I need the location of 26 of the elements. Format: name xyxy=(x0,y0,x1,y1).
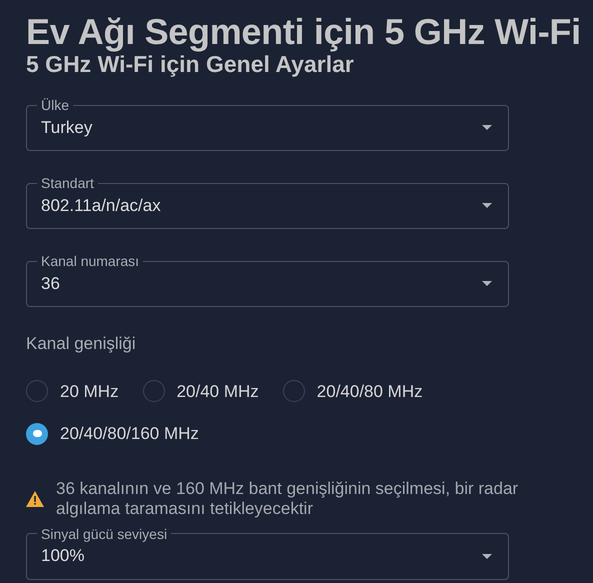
field-label: Ülke xyxy=(40,96,70,114)
radio-button[interactable] xyxy=(282,380,305,402)
warning-text: 36 kanalının ve 160 MHz bant genişliğinin seçilmesi, bir radar algılama taramasını tetikleyecektir xyxy=(56,478,520,518)
caret-icon xyxy=(482,203,492,208)
caret-icon xyxy=(482,125,492,130)
caret-icon xyxy=(482,281,492,286)
field-value: Turkey xyxy=(41,116,92,139)
caret-icon xyxy=(482,554,492,558)
dropdown-field[interactable]: Ülke Turkey xyxy=(26,96,509,151)
group-label: Kanal genişliği xyxy=(26,333,137,355)
radio-option[interactable]: 20/40/80/160 MHz xyxy=(26,421,199,446)
field-label: Kanal numarası xyxy=(40,252,140,270)
radio-option[interactable]: 20 MHz xyxy=(26,378,119,404)
radio-option[interactable]: 20/40 MHz xyxy=(142,378,259,404)
section-title: 5 GHz Wi-Fi için Genel Ayarlar xyxy=(26,52,354,76)
radio-option[interactable]: 20/40/80 MHz xyxy=(282,378,423,404)
warning-icon xyxy=(26,490,44,506)
field-value: 36 xyxy=(41,272,60,295)
field-value: 802.11a/n/ac/ax xyxy=(41,194,161,217)
radio-button[interactable] xyxy=(142,380,165,402)
field-value: 100% xyxy=(41,545,84,568)
radio-button[interactable] xyxy=(26,380,48,402)
page-title: Ev Ağı Segmenti için 5 GHz Wi-Fi xyxy=(26,12,582,52)
field-label: Standart xyxy=(40,174,95,192)
radio-button[interactable] xyxy=(26,422,48,445)
field-label: Sinyal gücü seviyesi xyxy=(40,524,168,542)
